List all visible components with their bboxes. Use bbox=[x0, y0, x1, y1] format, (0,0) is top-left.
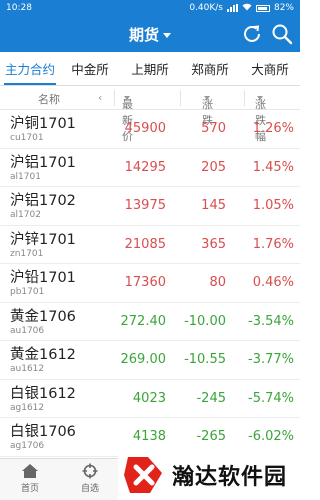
watermark-logo-icon bbox=[124, 457, 162, 493]
contract-name: 沪铝1701 bbox=[10, 154, 76, 171]
status-time: 10:28 bbox=[6, 3, 32, 13]
price-change: 145 bbox=[201, 198, 226, 213]
battery-level: 82% bbox=[273, 3, 294, 13]
nav-favorites-label: 自选 bbox=[80, 484, 99, 494]
table-row[interactable]: 黄金1612 au1612 269.00 -10.55 -3.77% bbox=[0, 341, 300, 380]
contract-code: pb1701 bbox=[10, 287, 45, 297]
last-price: 21085 bbox=[124, 236, 166, 252]
column-percent[interactable]: 涨跌幅 bbox=[255, 91, 266, 143]
column-divider bbox=[114, 90, 115, 106]
column-change[interactable]: 涨跌 bbox=[202, 91, 213, 127]
app-bar: 期货 bbox=[0, 16, 300, 52]
crosshair-icon bbox=[82, 463, 98, 479]
nav-favorites[interactable]: 自选 bbox=[70, 463, 110, 494]
column-divider bbox=[244, 90, 245, 106]
contract-name: 白银1612 bbox=[10, 385, 76, 402]
table-row[interactable]: 沪铜1701 cu1701 45900 570 1.26% bbox=[0, 110, 300, 149]
nav-home[interactable]: 首页 bbox=[10, 463, 50, 494]
table-row[interactable]: 沪铝1702 al1702 13975 145 1.05% bbox=[0, 187, 300, 226]
home-icon bbox=[22, 464, 38, 478]
price-change: -245 bbox=[196, 390, 226, 406]
tab-czce[interactable]: 郑商所 bbox=[180, 52, 240, 85]
refresh-button[interactable] bbox=[240, 22, 264, 46]
column-name: 名称 bbox=[38, 93, 60, 106]
change-percent: 1.26% bbox=[252, 121, 294, 136]
contract-name: 沪铅1701 bbox=[10, 270, 76, 286]
price-change: 365 bbox=[201, 236, 226, 252]
column-header: 名称 ‹ 最新价 涨跌 涨跌幅 bbox=[0, 86, 300, 143]
nav-home-label: 首页 bbox=[20, 484, 39, 494]
column-divider bbox=[180, 90, 181, 106]
last-price: 17360 bbox=[124, 275, 166, 290]
refresh-icon bbox=[244, 25, 260, 42]
column-scroll-left-icon[interactable]: ‹ bbox=[98, 91, 102, 104]
contract-code: al1701 bbox=[10, 171, 41, 182]
price-change: 205 bbox=[201, 159, 226, 175]
search-button[interactable] bbox=[270, 22, 294, 46]
contract-name: 黄金1612 bbox=[10, 347, 76, 363]
signal-icon bbox=[226, 4, 238, 12]
change-percent: 0.46% bbox=[252, 275, 294, 290]
watermark-text: 瀚达软件园 bbox=[172, 465, 288, 490]
watermark: 瀚达软件园 bbox=[118, 450, 300, 500]
table-row[interactable]: 沪铝1701 al1701 14295 205 1.45% bbox=[0, 149, 300, 187]
tab-cffex[interactable]: 中金所 bbox=[60, 52, 120, 85]
tab-main-contracts[interactable]: 主力合约 bbox=[0, 52, 60, 85]
quote-list: 沪铜1701 cu1701 45900 570 1.26% 沪铝1701 al1… bbox=[0, 110, 300, 457]
wifi-icon bbox=[242, 3, 252, 14]
price-change: 80 bbox=[209, 275, 226, 290]
table-row[interactable]: 黄金1706 au1706 272.40 -10.00 -3.54% bbox=[0, 303, 300, 341]
page-title: 期货 bbox=[128, 25, 159, 44]
status-right: 0.40K/s 82% bbox=[189, 3, 294, 14]
last-price: 4138 bbox=[132, 429, 166, 444]
contract-name: 沪锌1701 bbox=[10, 231, 76, 248]
table-row[interactable]: 沪锌1701 zn1701 21085 365 1.76% bbox=[0, 226, 300, 264]
table-row[interactable]: 沪铅1701 pb1701 17360 80 0.46% bbox=[0, 264, 300, 303]
last-price: 272.40 bbox=[120, 313, 167, 329]
price-change: 570 bbox=[201, 121, 226, 136]
contract-name: 沪铝1702 bbox=[10, 193, 76, 209]
search-icon bbox=[272, 24, 293, 45]
change-percent: -5.74% bbox=[248, 390, 294, 406]
change-percent: 1.05% bbox=[252, 198, 294, 213]
exchange-tabs: 主力合约 中金所 上期所 郑商所 大商所 bbox=[0, 52, 300, 86]
column-price[interactable]: 最新价 bbox=[122, 91, 133, 143]
table-row[interactable]: 白银1612 ag1612 4023 -245 -5.74% bbox=[0, 380, 300, 418]
contract-code: cu1701 bbox=[10, 133, 44, 143]
contract-name: 黄金1706 bbox=[10, 308, 76, 325]
price-change: -265 bbox=[196, 429, 226, 444]
contract-name: 沪铜1701 bbox=[10, 116, 76, 132]
change-percent: -6.02% bbox=[248, 429, 294, 444]
contract-name: 白银1706 bbox=[10, 424, 76, 440]
change-percent: -3.54% bbox=[248, 313, 294, 329]
change-percent: 1.76% bbox=[252, 236, 294, 252]
status-bar: 10:28 0.40K/s 82% bbox=[0, 0, 300, 16]
price-change: -10.00 bbox=[184, 313, 226, 329]
tab-dce[interactable]: 大商所 bbox=[240, 52, 300, 85]
last-price: 45900 bbox=[124, 121, 166, 136]
contract-code: al1702 bbox=[10, 210, 41, 220]
network-speed: 0.40K/s bbox=[189, 3, 223, 13]
change-percent: -3.77% bbox=[248, 352, 294, 367]
contract-code: ag1612 bbox=[10, 402, 45, 413]
change-percent: 1.45% bbox=[252, 159, 294, 175]
last-price: 4023 bbox=[132, 390, 166, 406]
last-price: 269.00 bbox=[120, 352, 167, 367]
battery-icon bbox=[255, 4, 270, 12]
caret-down-icon bbox=[163, 32, 171, 38]
contract-code: au1706 bbox=[10, 325, 45, 336]
contract-code: ag1706 bbox=[10, 441, 45, 451]
last-price: 13975 bbox=[124, 198, 166, 213]
tab-shfe[interactable]: 上期所 bbox=[120, 52, 180, 85]
last-price: 14295 bbox=[124, 159, 166, 175]
contract-code: au1612 bbox=[10, 364, 45, 374]
price-change: -10.55 bbox=[184, 352, 226, 367]
contract-code: zn1701 bbox=[10, 248, 44, 259]
